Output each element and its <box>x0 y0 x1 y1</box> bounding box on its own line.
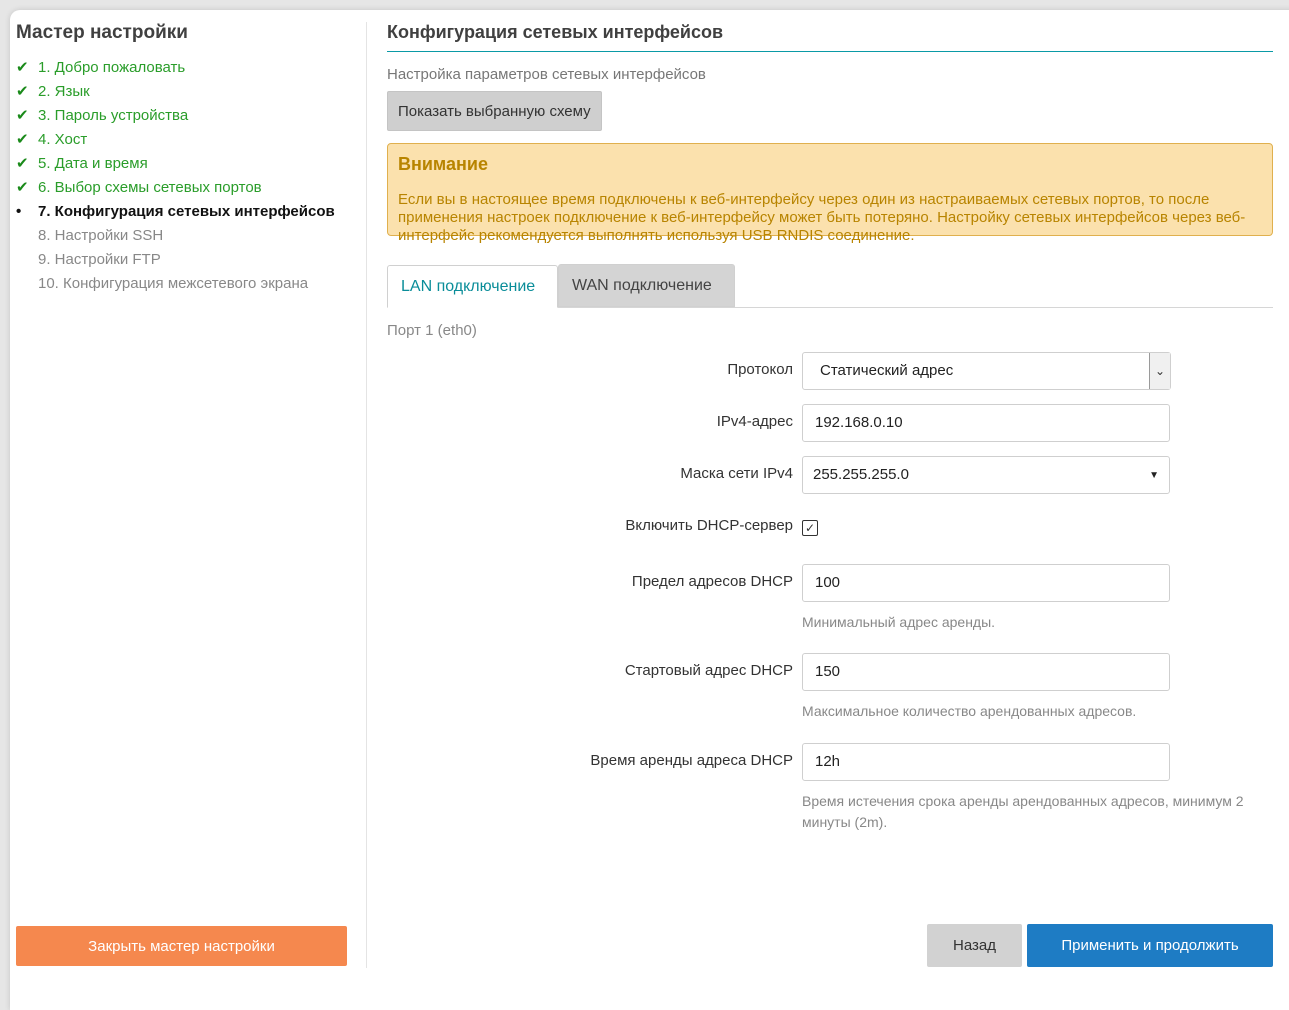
protocol-select[interactable]: Статический адрес ⌄ <box>802 352 1171 390</box>
page-description: Настройка параметров сетевых интерфейсов <box>387 66 706 83</box>
dhcp-lease-label: Время аренды адреса DHCP <box>590 752 793 769</box>
page-title: Конфигурация сетевых интерфейсов <box>387 22 1273 52</box>
close-wizard-button[interactable]: Закрыть мастер настройки <box>16 926 347 966</box>
checkmark-icon: ✔ <box>16 131 29 148</box>
step-label: 3. Пароль устройства <box>38 107 189 124</box>
checkmark-icon: ✔ <box>16 179 29 196</box>
dhcp-start-control: 150 Максимальное количество арендованных… <box>802 653 1272 722</box>
warning-alert: Внимание Если вы в настоящее время подкл… <box>387 143 1273 244</box>
netmask-combobox[interactable]: 255.255.255.0 ▼ <box>802 456 1170 494</box>
netmask-value: 255.255.255.0 <box>813 466 909 483</box>
dhcp-start-input[interactable]: 150 <box>802 653 1170 691</box>
step-label: 4. Хост <box>38 131 88 148</box>
checkmark-icon: ✔ <box>16 59 29 76</box>
alert-title: Внимание <box>398 154 488 174</box>
step-label: 1. Добро пожаловать <box>38 59 186 76</box>
show-schema-button[interactable]: Показать выбранную схему <box>387 91 602 131</box>
dropdown-arrow-icon: ▼ <box>1149 470 1159 481</box>
dhcp-start-hint: Максимальное количество арендованных адр… <box>802 703 1137 719</box>
dhcp-limit-hint: Минимальный адрес аренды. <box>802 614 996 630</box>
apply-continue-button[interactable]: Применить и продолжить <box>1027 924 1273 967</box>
dhcp-enable-checkbox[interactable]: ✓ <box>802 520 818 536</box>
step-label: 2. Язык <box>38 83 90 100</box>
tab-lan[interactable]: LAN подключение <box>387 265 558 308</box>
tab-wan[interactable]: WAN подключение <box>558 264 735 307</box>
step-welcome[interactable]: ✔ 1. Добро пожаловать <box>16 56 356 80</box>
dhcp-lease-hint: Время истечения срока аренды арендованны… <box>802 793 1244 830</box>
step-label: 6. Выбор схемы сетевых портов <box>38 179 262 196</box>
step-ssh: 8. Настройки SSH <box>16 224 356 248</box>
step-label: 5. Дата и время <box>38 155 148 172</box>
back-button[interactable]: Назад <box>927 924 1022 967</box>
wizard-steps: ✔ 1. Добро пожаловать ✔ 2. Язык ✔ 3. Пароль… <box>16 56 356 296</box>
netmask-label: Маска сети IPv4 <box>680 465 793 482</box>
bullet-icon: • <box>16 203 22 220</box>
step-label: 8. Настройки SSH <box>38 227 164 244</box>
step-host[interactable]: ✔ 4. Хост <box>16 128 356 152</box>
ipv4-label: IPv4-адрес <box>716 413 793 430</box>
step-ftp: 9. Настройки FTP <box>16 248 356 272</box>
connection-tabs: LAN подключение WAN подключение <box>387 264 1273 308</box>
dhcp-enable-label: Включить DHCP-сервер <box>625 517 793 534</box>
dhcp-limit-input[interactable]: 100 <box>802 564 1170 602</box>
dhcp-start-label: Стартовый адрес DHCP <box>624 662 793 679</box>
dhcp-limit-label: Предел адресов DHCP <box>631 573 793 590</box>
dhcp-limit-control: 100 Минимальный адрес аренды. <box>802 564 1272 633</box>
protocol-label: Протокол <box>727 361 793 378</box>
step-label: 7. Конфигурация сетевых интерфейсов <box>38 203 335 220</box>
section-title: Порт 1 (eth0) <box>387 322 477 339</box>
alert-text: Если вы в настоящее время подключены к в… <box>398 191 1246 244</box>
wizard-sidebar: Мастер настройки ✔ 1. Добро пожаловать ✔ 2… <box>16 22 356 296</box>
sidebar-divider <box>366 22 367 968</box>
dhcp-enable-wrap: ✓ <box>802 520 818 536</box>
checkmark-icon: ✔ <box>16 107 29 124</box>
step-datetime[interactable]: ✔ 5. Дата и время <box>16 152 356 176</box>
main-panel: Конфигурация сетевых интерфейсов Настрой… <box>387 22 1273 830</box>
dhcp-lease-input[interactable]: 12h <box>802 743 1170 781</box>
step-network-interfaces: • 7. Конфигурация сетевых интерфейсов <box>16 200 356 224</box>
ipv4-input[interactable]: 192.168.0.10 <box>802 404 1170 442</box>
dhcp-lease-control: 12h Время истечения срока аренды арендов… <box>802 743 1272 833</box>
chevron-down-icon: ⌄ <box>1149 353 1170 389</box>
sidebar-title: Мастер настройки <box>16 22 188 43</box>
step-port-scheme[interactable]: ✔ 6. Выбор схемы сетевых портов <box>16 176 356 200</box>
step-label: 9. Настройки FTP <box>38 251 161 268</box>
step-password[interactable]: ✔ 3. Пароль устройства <box>16 104 356 128</box>
protocol-value: Статический адрес <box>820 362 954 379</box>
checkmark-icon: ✔ <box>16 83 29 100</box>
step-firewall: 10. Конфигурация межсетевого экрана <box>16 272 356 296</box>
checkmark-icon: ✔ <box>16 155 29 172</box>
step-label: 10. Конфигурация межсетевого экрана <box>38 275 309 292</box>
step-language[interactable]: ✔ 2. Язык <box>16 80 356 104</box>
